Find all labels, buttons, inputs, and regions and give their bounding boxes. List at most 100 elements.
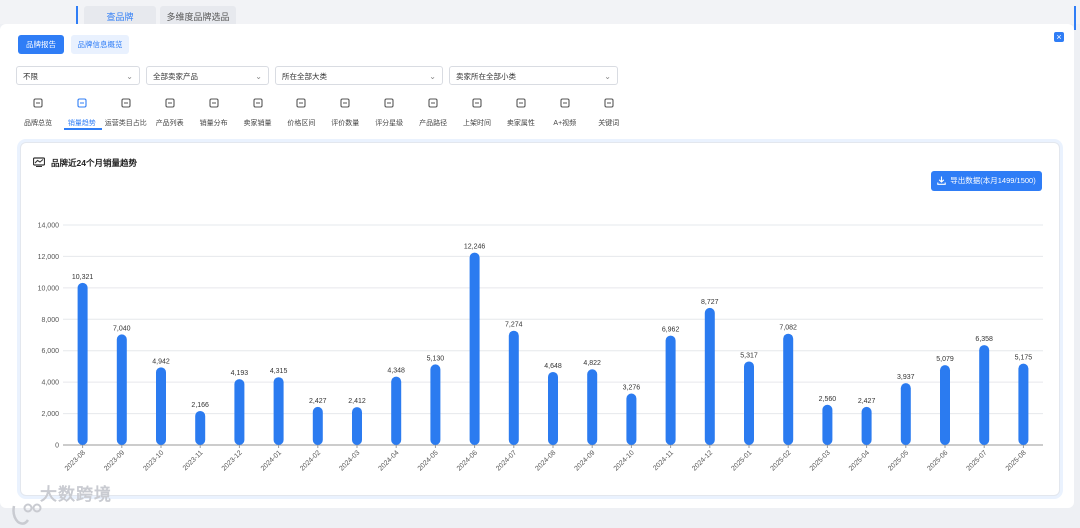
- bar[interactable]: [587, 369, 598, 445]
- report-panel: × 品牌报告 品牌信息概览 不限 ⌄ 全部卖家产品 ⌄ 所在全部大类 ⌄ 卖家所…: [0, 24, 1074, 525]
- filter-select-2[interactable]: 全部卖家产品 ⌄: [146, 66, 269, 85]
- x-tick-label: 2024-06: [456, 449, 479, 472]
- data-label: 4,648: [544, 363, 562, 370]
- bar[interactable]: [979, 345, 990, 445]
- data-label: 4,193: [231, 370, 249, 377]
- data-label: 2,560: [819, 396, 837, 403]
- nav-item-7[interactable]: 评价数量: [323, 98, 367, 130]
- data-label: 2,427: [309, 398, 327, 405]
- nav-label: 评分星级: [375, 120, 404, 127]
- filter-select-value: 不限: [23, 72, 38, 81]
- x-tick-label: 2024-02: [299, 449, 322, 472]
- nav-item-2[interactable]: 运营类目占比: [104, 98, 148, 130]
- bar[interactable]: [391, 376, 402, 445]
- bar[interactable]: [352, 407, 362, 445]
- data-label: 2,166: [191, 402, 209, 409]
- x-tick-label: 2023-09: [103, 449, 126, 472]
- data-label: 3,276: [623, 385, 641, 392]
- trend-icon: [77, 98, 87, 108]
- store-icon: [516, 98, 526, 108]
- x-tick-label: 2025-07: [965, 449, 988, 472]
- bar[interactable]: [783, 333, 794, 445]
- bar[interactable]: [861, 406, 872, 445]
- nav-item-3[interactable]: 产品列表: [148, 98, 192, 130]
- data-label: 5,130: [427, 355, 445, 362]
- filter-select-value: 卖家所在全部小类: [456, 72, 516, 81]
- chevron-down-icon: ⌄: [126, 72, 133, 81]
- filter-select-value: 所在全部大类: [282, 72, 327, 81]
- data-label: 2,412: [348, 398, 366, 405]
- category-icon: [121, 98, 131, 108]
- bar[interactable]: [822, 404, 833, 445]
- filter-select-value: 全部卖家产品: [153, 72, 198, 81]
- bar[interactable]: [195, 410, 206, 445]
- nav-item-1[interactable]: 销量趋势: [60, 98, 104, 130]
- filter-select-1[interactable]: 不限 ⌄: [16, 66, 140, 85]
- x-tick-label: 2025-04: [848, 449, 871, 472]
- nav-item-8[interactable]: 评分星级: [367, 98, 411, 130]
- filter-select-3[interactable]: 所在全部大类 ⌄: [275, 66, 443, 85]
- y-tick-label: 14,000: [38, 223, 60, 230]
- bar[interactable]: [312, 406, 323, 445]
- nav-label: 卖家属性: [506, 120, 535, 127]
- data-label: 8,727: [701, 299, 719, 306]
- data-label: 4,822: [583, 360, 601, 367]
- data-label: 12,246: [464, 244, 486, 251]
- nav-item-10[interactable]: 上架时间: [455, 98, 499, 130]
- bar[interactable]: [704, 307, 715, 445]
- bar[interactable]: [940, 365, 950, 445]
- window-edge-accent: [1074, 6, 1076, 30]
- x-tick-label: 2024-08: [534, 449, 557, 472]
- y-tick-label: 8,000: [41, 317, 59, 324]
- keyword-icon: [604, 98, 614, 108]
- tab-multi-dimension[interactable]: 多维度品牌选品: [160, 6, 236, 24]
- brand-report-button[interactable]: 品牌报告: [18, 35, 64, 54]
- seller-icon: [252, 98, 263, 108]
- path-icon: [428, 98, 438, 108]
- nav-item-11[interactable]: 卖家属性: [499, 98, 543, 130]
- brand-info-button[interactable]: 品牌信息概览: [71, 35, 129, 54]
- nav-label: 产品列表: [155, 120, 184, 127]
- nav-label: 销量分布: [199, 120, 228, 127]
- data-label: 5,317: [740, 352, 758, 359]
- bar[interactable]: [665, 335, 676, 445]
- chevron-down-icon: ⌄: [604, 72, 611, 81]
- nav-item-12[interactable]: A+视频: [543, 98, 587, 130]
- bar[interactable]: [900, 383, 911, 445]
- chevron-down-icon: ⌄: [255, 72, 262, 81]
- bar[interactable]: [77, 282, 88, 445]
- bar[interactable]: [156, 367, 166, 445]
- bar[interactable]: [469, 252, 480, 445]
- pie-icon: [560, 98, 570, 108]
- close-icon[interactable]: ×: [1054, 32, 1064, 42]
- data-label: 5,175: [1015, 355, 1033, 362]
- x-tick-label: 2025-03: [809, 449, 832, 472]
- bar[interactable]: [273, 377, 284, 445]
- y-tick-label: 2,000: [41, 411, 59, 418]
- data-label: 6,962: [662, 327, 680, 334]
- data-label: 4,942: [152, 358, 170, 365]
- bar[interactable]: [548, 371, 558, 445]
- filter-select-4[interactable]: 卖家所在全部小类 ⌄: [449, 66, 618, 85]
- nav-item-5[interactable]: 卖家销量: [236, 98, 280, 130]
- x-tick-label: 2024-04: [377, 449, 400, 472]
- nav-item-6[interactable]: 价格区间: [279, 98, 323, 130]
- x-tick-label: 2024-11: [652, 449, 675, 472]
- x-tick-label: 2025-01: [730, 449, 753, 472]
- nav-item-4[interactable]: 销量分布: [192, 98, 236, 130]
- nav-label: 价格区间: [287, 120, 316, 127]
- bar[interactable]: [626, 393, 637, 445]
- nav-item-9[interactable]: 产品路径: [411, 98, 455, 130]
- x-tick-label: 2025-08: [1005, 449, 1028, 472]
- nav-item-13[interactable]: 关键词: [587, 98, 631, 130]
- watermark-text: 大数跨境: [40, 485, 112, 504]
- bar[interactable]: [508, 330, 519, 445]
- nav-label: 产品路径: [419, 120, 448, 127]
- bar[interactable]: [234, 379, 245, 445]
- nav-item-0[interactable]: 品牌总览: [16, 98, 60, 130]
- bar[interactable]: [116, 334, 127, 445]
- bar[interactable]: [1018, 363, 1029, 445]
- tab-brand-search[interactable]: 查品牌: [84, 6, 156, 24]
- bar[interactable]: [744, 361, 754, 445]
- bar[interactable]: [430, 364, 441, 445]
